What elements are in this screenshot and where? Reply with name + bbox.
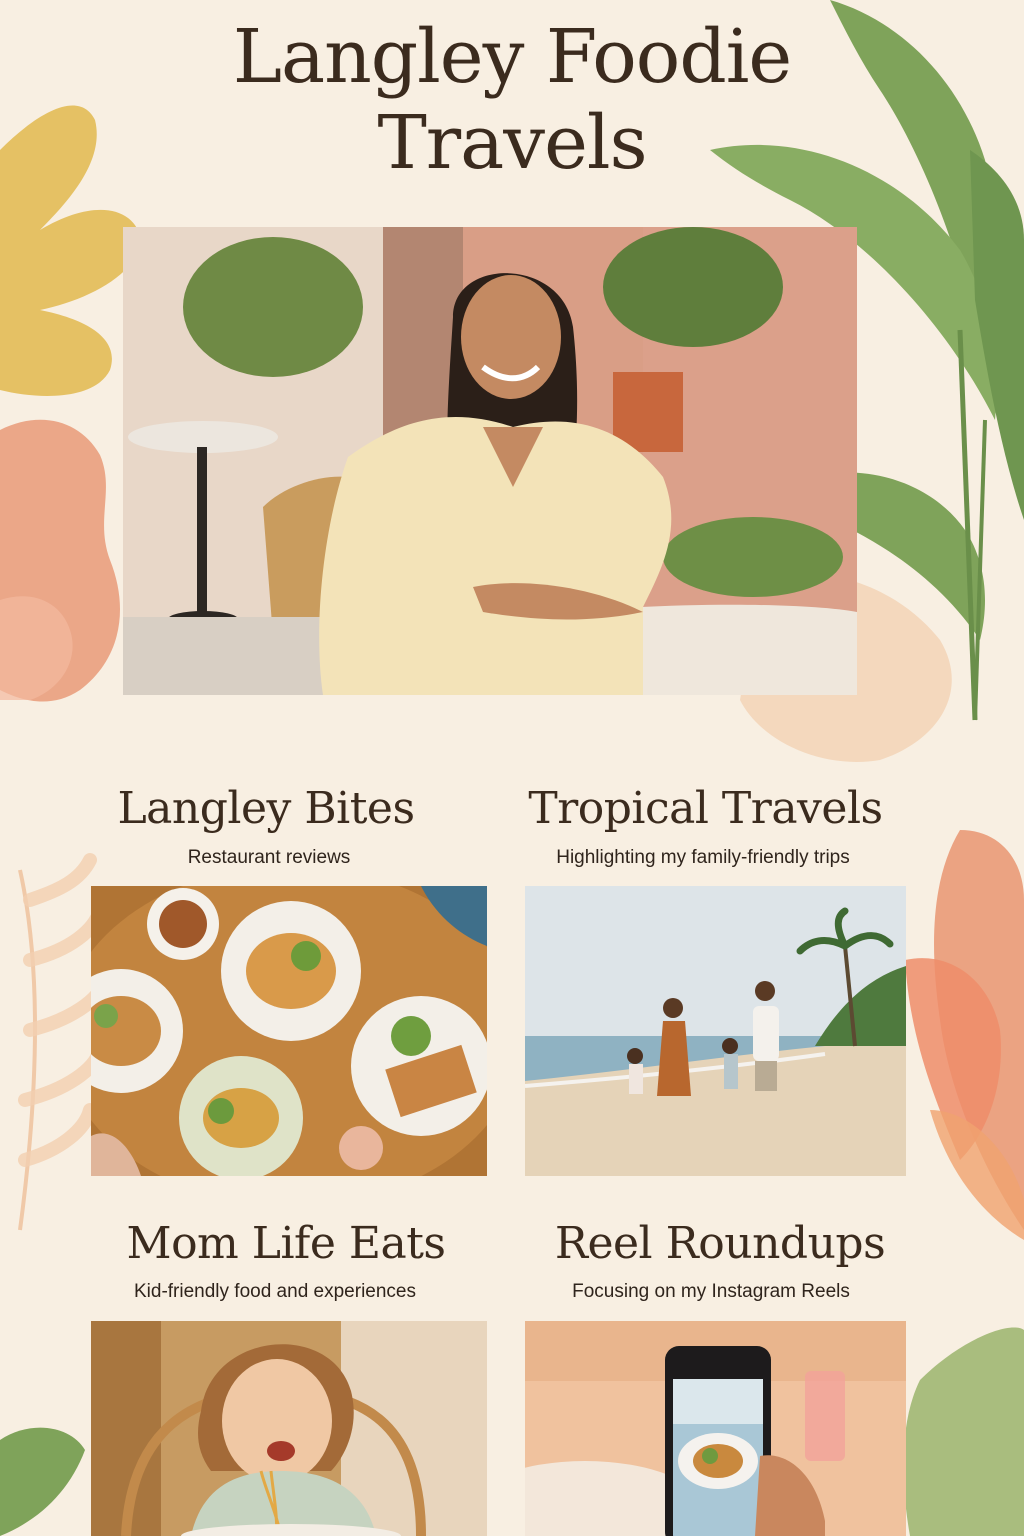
page-title-line1: Langley Foodie — [232, 14, 792, 100]
page-title-line2: Travels — [377, 100, 647, 186]
section-title-mom-life-eats: Mom Life Eats — [126, 1218, 446, 1269]
tropical-travels-photo[interactable] — [525, 886, 906, 1176]
hero-photo — [123, 227, 857, 695]
section-subtitle-reel-roundups: Focusing on my Instagram Reels — [572, 1281, 850, 1302]
langley-bites-photo[interactable] — [91, 886, 487, 1176]
section-title-tropical-travels: Tropical Travels — [528, 783, 883, 834]
section-subtitle-mom-life-eats: Kid-friendly food and experiences — [133, 1281, 416, 1302]
reel-roundups-photo[interactable] — [525, 1321, 906, 1536]
mom-life-eats-photo[interactable] — [91, 1321, 487, 1536]
page-title: Langley Foodie Travels — [0, 14, 1024, 186]
section-title-reel-roundups: Reel Roundups — [554, 1218, 886, 1269]
section-subtitle-tropical-travels: Highlighting my family-friendly trips — [556, 847, 850, 868]
section-title-langley-bites: Langley Bites — [117, 783, 415, 834]
section-subtitle-langley-bites: Restaurant reviews — [187, 847, 351, 868]
